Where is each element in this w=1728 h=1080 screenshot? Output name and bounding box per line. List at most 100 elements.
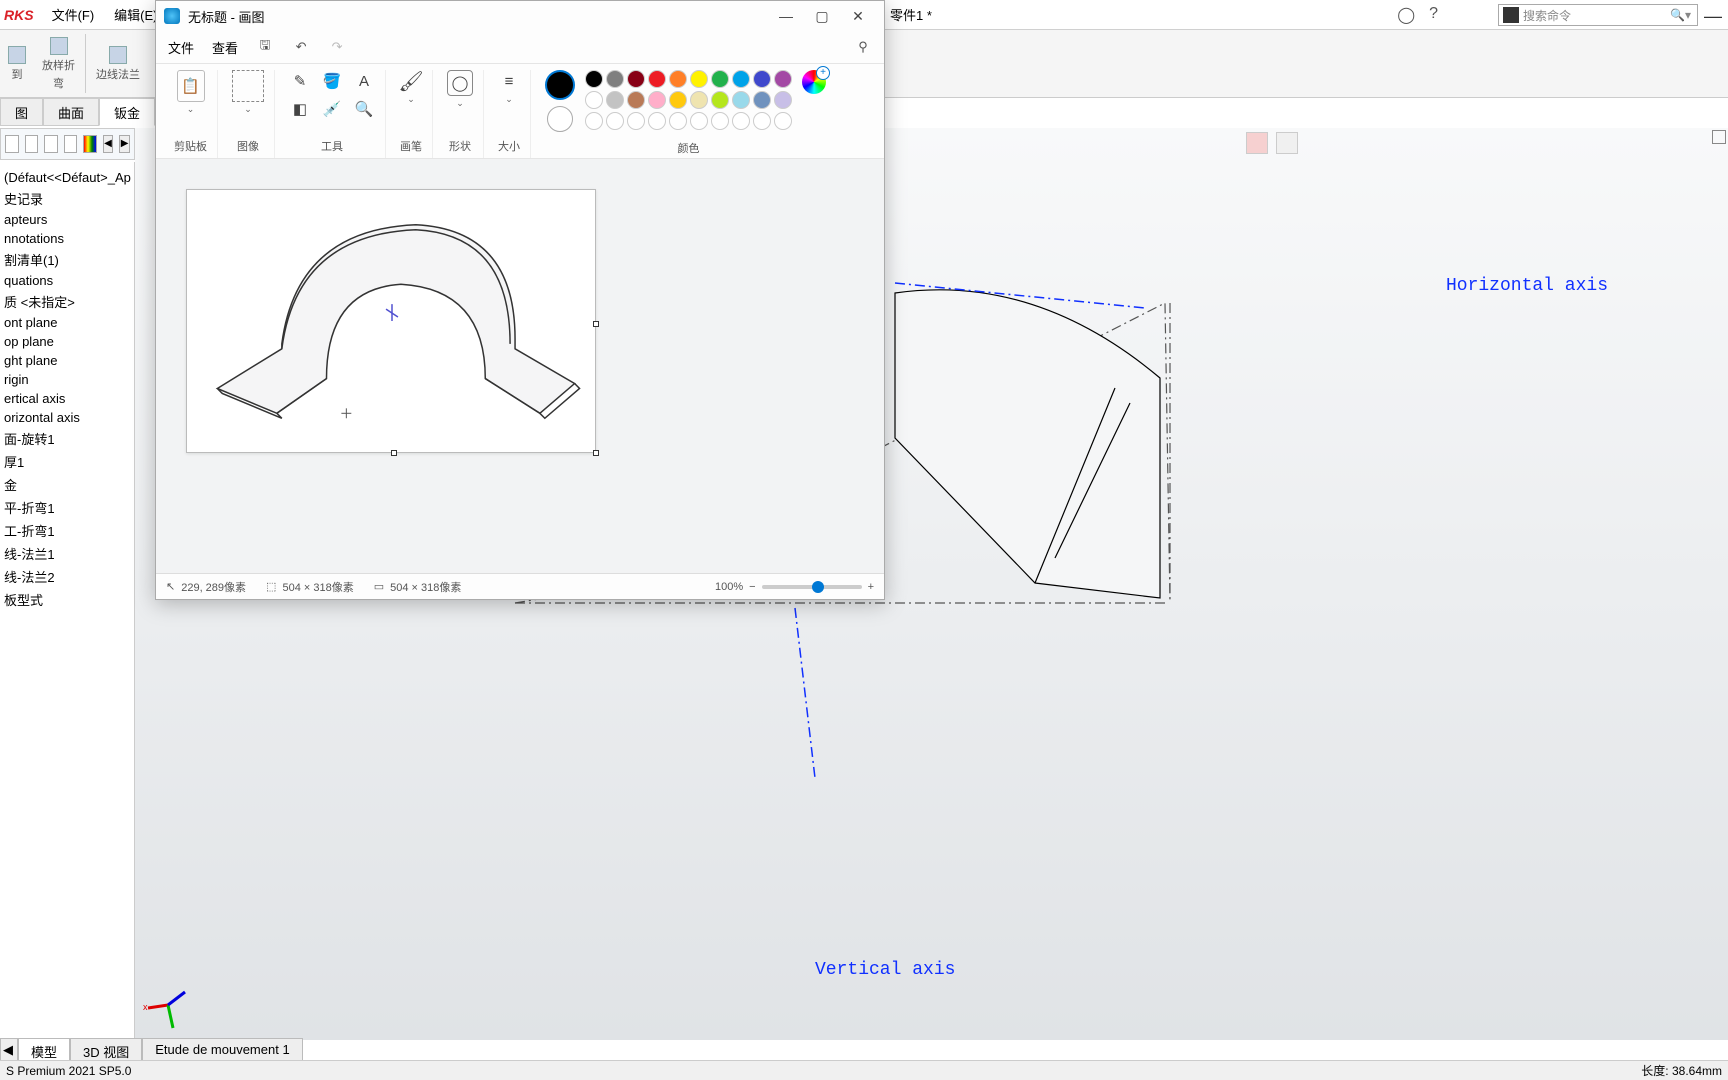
zoom-slider[interactable] bbox=[762, 585, 862, 589]
color-swatch[interactable] bbox=[711, 91, 729, 109]
color-swatch[interactable] bbox=[774, 112, 792, 130]
color-swatch[interactable] bbox=[711, 70, 729, 88]
size-icon[interactable]: ≡ bbox=[498, 70, 520, 92]
zoom-out[interactable]: − bbox=[749, 581, 755, 593]
btab-3dview[interactable]: 3D 视图 bbox=[70, 1038, 142, 1062]
minimize-icon[interactable]: — bbox=[1704, 6, 1722, 27]
shapes-dropdown[interactable]: ⌄ bbox=[456, 98, 464, 109]
tree-item[interactable]: 金 bbox=[0, 473, 134, 496]
color-swatch[interactable] bbox=[648, 112, 666, 130]
color-swatch[interactable] bbox=[753, 91, 771, 109]
tab-sketch[interactable]: 图 bbox=[0, 98, 43, 126]
close-button[interactable]: ✕ bbox=[840, 8, 876, 25]
view-tool-icon[interactable] bbox=[1246, 132, 1268, 154]
color-swatch[interactable] bbox=[774, 70, 792, 88]
tree-item[interactable]: (Défaut<<Défaut>_Ap bbox=[0, 168, 134, 187]
tree-item[interactable]: rigin bbox=[0, 370, 134, 389]
zoom-in[interactable]: + bbox=[868, 581, 874, 593]
size-dropdown[interactable]: ⌄ bbox=[505, 94, 513, 105]
color-swatch[interactable] bbox=[732, 112, 750, 130]
panel-icon[interactable] bbox=[64, 135, 78, 153]
color-swatch[interactable] bbox=[732, 91, 750, 109]
paint-titlebar[interactable]: 无标题 - 画图 — ▢ ✕ bbox=[156, 1, 884, 31]
tree-item[interactable]: nnotations bbox=[0, 229, 134, 248]
orientation-triad[interactable]: x bbox=[143, 980, 193, 1030]
paste-dropdown[interactable]: ⌄ bbox=[187, 104, 195, 115]
color-swatch[interactable] bbox=[690, 91, 708, 109]
tree-item[interactable]: 平-折弯1 bbox=[0, 496, 134, 519]
tab-surface[interactable]: 曲面 bbox=[43, 98, 99, 126]
color-swatch[interactable] bbox=[669, 70, 687, 88]
brush-dropdown[interactable]: ⌄ bbox=[407, 94, 415, 105]
share-icon[interactable]: ⚲ bbox=[854, 38, 872, 56]
pencil-icon[interactable]: ✎ bbox=[289, 70, 311, 92]
fill-icon[interactable]: 🪣 bbox=[321, 70, 343, 92]
paste-icon[interactable]: 📋 bbox=[177, 70, 205, 102]
select-tool[interactable] bbox=[232, 70, 264, 102]
brush-icon[interactable]: 🖌 bbox=[400, 70, 422, 92]
color-swatch[interactable] bbox=[606, 112, 624, 130]
text-icon[interactable]: A bbox=[353, 70, 375, 92]
tree-item[interactable]: op plane bbox=[0, 332, 134, 351]
tab-sheetmetal[interactable]: 钣金 bbox=[99, 98, 155, 126]
tree-item[interactable]: ght plane bbox=[0, 351, 134, 370]
color1[interactable] bbox=[545, 70, 575, 100]
paint-canvas-area[interactable] bbox=[156, 159, 884, 573]
user-icon[interactable]: ◯ bbox=[1397, 5, 1415, 25]
color-swatch[interactable] bbox=[585, 91, 603, 109]
color-swatch[interactable] bbox=[606, 91, 624, 109]
color-swatch[interactable] bbox=[627, 91, 645, 109]
color-swatch[interactable] bbox=[627, 112, 645, 130]
maximize-button[interactable]: ▢ bbox=[804, 8, 840, 25]
color-swatch[interactable] bbox=[585, 70, 603, 88]
tree-item[interactable]: ertical axis bbox=[0, 389, 134, 408]
tree-item[interactable]: 线-法兰2 bbox=[0, 565, 134, 588]
ribbon-btn[interactable]: 到 bbox=[0, 30, 34, 97]
panel-icon[interactable] bbox=[44, 135, 58, 153]
color-swatch[interactable] bbox=[648, 91, 666, 109]
help-icon[interactable]: ? bbox=[1429, 5, 1438, 25]
color-swatch[interactable] bbox=[753, 70, 771, 88]
tree-item[interactable]: 厚1 bbox=[0, 450, 134, 473]
panel-icon[interactable] bbox=[5, 135, 19, 153]
panel-next[interactable]: ▶ bbox=[119, 135, 130, 153]
btab-arrow[interactable]: ◀ bbox=[0, 1038, 18, 1062]
tree-item[interactable]: orizontal axis bbox=[0, 408, 134, 427]
view-tool-icon[interactable] bbox=[1276, 132, 1298, 154]
tree-item[interactable]: 板型式 bbox=[0, 588, 134, 611]
tree-item[interactable]: apteurs bbox=[0, 210, 134, 229]
color-swatch[interactable] bbox=[732, 70, 750, 88]
search-dropdown-icon[interactable]: 🔍▾ bbox=[1664, 8, 1697, 22]
tree-item[interactable]: 割清单(1) bbox=[0, 248, 134, 271]
tree-item[interactable]: 线-法兰1 bbox=[0, 542, 134, 565]
btab-motion[interactable]: Etude de mouvement 1 bbox=[142, 1038, 302, 1062]
ribbon-edge-flange[interactable]: 边线法兰 bbox=[88, 30, 148, 97]
viewport-menu-icon[interactable] bbox=[1712, 130, 1726, 144]
undo-icon[interactable]: ↶ bbox=[292, 38, 310, 56]
btab-model[interactable]: 模型 bbox=[18, 1038, 70, 1062]
color-swatch[interactable] bbox=[690, 70, 708, 88]
color-swatch[interactable] bbox=[606, 70, 624, 88]
panel-prev[interactable]: ◀ bbox=[103, 135, 114, 153]
picker-icon[interactable]: 💉 bbox=[321, 98, 343, 120]
color-swatch[interactable] bbox=[669, 112, 687, 130]
tree-item[interactable]: 面-旋转1 bbox=[0, 427, 134, 450]
edit-colors-icon[interactable] bbox=[802, 70, 826, 94]
command-search[interactable]: 搜索命令 🔍▾ bbox=[1498, 4, 1698, 26]
menu-file[interactable]: 文件 bbox=[168, 38, 194, 57]
tree-item[interactable]: ont plane bbox=[0, 313, 134, 332]
redo-icon[interactable]: ↷ bbox=[328, 38, 346, 56]
save-icon[interactable]: 🖫 bbox=[256, 38, 274, 56]
tree-item[interactable]: quations bbox=[0, 271, 134, 290]
tree-item[interactable]: 质 <未指定> bbox=[0, 290, 134, 313]
color-swatch[interactable] bbox=[711, 112, 729, 130]
color-swatch[interactable] bbox=[753, 112, 771, 130]
color-swatch[interactable] bbox=[690, 112, 708, 130]
eraser-icon[interactable]: ◧ bbox=[289, 98, 311, 120]
color-swatch[interactable] bbox=[627, 70, 645, 88]
color-swatch[interactable] bbox=[648, 70, 666, 88]
panel-icon[interactable] bbox=[25, 135, 39, 153]
menu-view[interactable]: 查看 bbox=[212, 38, 238, 57]
ribbon-btn[interactable]: 放样折弯 bbox=[34, 30, 83, 97]
magnifier-icon[interactable]: 🔍 bbox=[353, 98, 375, 120]
